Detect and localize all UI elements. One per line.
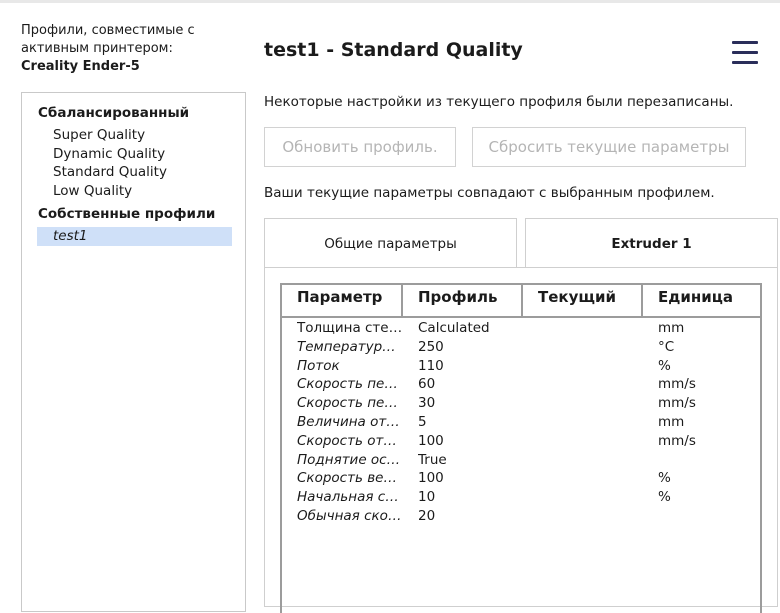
table-cell-profile: 30 [418, 395, 436, 412]
compat-line-1: Профили, совместимые с [21, 23, 195, 38]
table-cell-profile: True [418, 451, 447, 468]
table-cell-unit: mm [658, 414, 685, 430]
table-cell-profile: 5 [418, 414, 427, 430]
compat-line-2: активным принтером: [21, 41, 173, 56]
table-cell-unit: % [658, 470, 671, 487]
tab-extruder-1[interactable]: Extruder 1 [525, 218, 778, 268]
table-cell-name: Толщина стенки [297, 320, 403, 336]
table-cell-name: Обычная скорость вентилятора [297, 508, 403, 524]
table-cell-unit: mm/s [658, 395, 696, 412]
profile-item-low-quality[interactable]: Low Quality [53, 183, 132, 199]
printer-name: Creality Ender-5 [21, 59, 140, 74]
column-header-unit[interactable]: Единица [643, 285, 762, 318]
table-cell-name: Скорость перемещения [297, 395, 403, 412]
compat-label: Профили, совместимые с активным принтеро… [21, 22, 236, 76]
discard-changes-button[interactable]: Сбросить текущие параметры [472, 127, 746, 167]
table-cell-profile: 60 [418, 376, 436, 393]
page-title: test1 - Standard Quality [264, 39, 523, 61]
settings-table: Параметр Профиль Текущий Единица Толщина… [280, 283, 762, 613]
table-cell-profile: 110 [418, 357, 444, 374]
column-header-parameter[interactable]: Параметр [282, 285, 403, 318]
table-cell-name: Начальная скорость вентилятора [297, 489, 403, 506]
table-cell-name: Величина отката [297, 414, 403, 430]
top-divider [0, 0, 780, 3]
table-cell-unit: mm/s [658, 432, 696, 449]
table-cell-profile: Calculated [418, 320, 490, 336]
overwritten-notice: Некоторые настройки из текущего профиля … [264, 94, 734, 110]
table-cell-unit: % [658, 357, 671, 374]
profile-item-standard-quality[interactable]: Standard Quality [53, 164, 167, 180]
group-title-custom: Собственные профили [38, 206, 216, 222]
table-cell-profile: 20 [418, 508, 436, 524]
profile-list: Сбалансированный Super Quality Dynamic Q… [21, 92, 246, 612]
match-notice: Ваши текущие параметры совпадают с выбра… [264, 185, 715, 201]
profile-item-test1[interactable]: test1 [37, 227, 232, 246]
table-cell-name: Температура сопла [297, 338, 403, 355]
tab-general[interactable]: Общие параметры [264, 218, 517, 268]
table-cell-name: Скорость вентилятора [297, 470, 403, 487]
table-cell-name: Поднятие оси Z при откате [297, 451, 403, 468]
table-cell-profile: 100 [418, 432, 444, 449]
group-title-balanced: Сбалансированный [38, 105, 190, 121]
table-cell-unit: % [658, 489, 671, 506]
profile-item-dynamic-quality[interactable]: Dynamic Quality [53, 146, 165, 162]
table-cell-unit: mm/s [658, 376, 696, 393]
table-cell-name: Скорость печати [297, 376, 403, 393]
column-header-current[interactable]: Текущий [523, 285, 643, 318]
table-cell-unit: °C [658, 338, 675, 355]
table-cell-unit: mm [658, 320, 685, 336]
update-profile-button[interactable]: Обновить профиль. [264, 127, 456, 167]
table-cell-profile: 10 [418, 489, 436, 506]
table-cell-profile: 250 [418, 338, 444, 355]
column-header-profile[interactable]: Профиль [403, 285, 523, 318]
table-cell-name: Поток [297, 357, 340, 374]
profile-item-super-quality[interactable]: Super Quality [53, 127, 145, 143]
table-cell-profile: 100 [418, 470, 444, 487]
hamburger-menu-icon[interactable] [728, 36, 762, 70]
table-cell-name: Скорость отката [297, 432, 403, 449]
